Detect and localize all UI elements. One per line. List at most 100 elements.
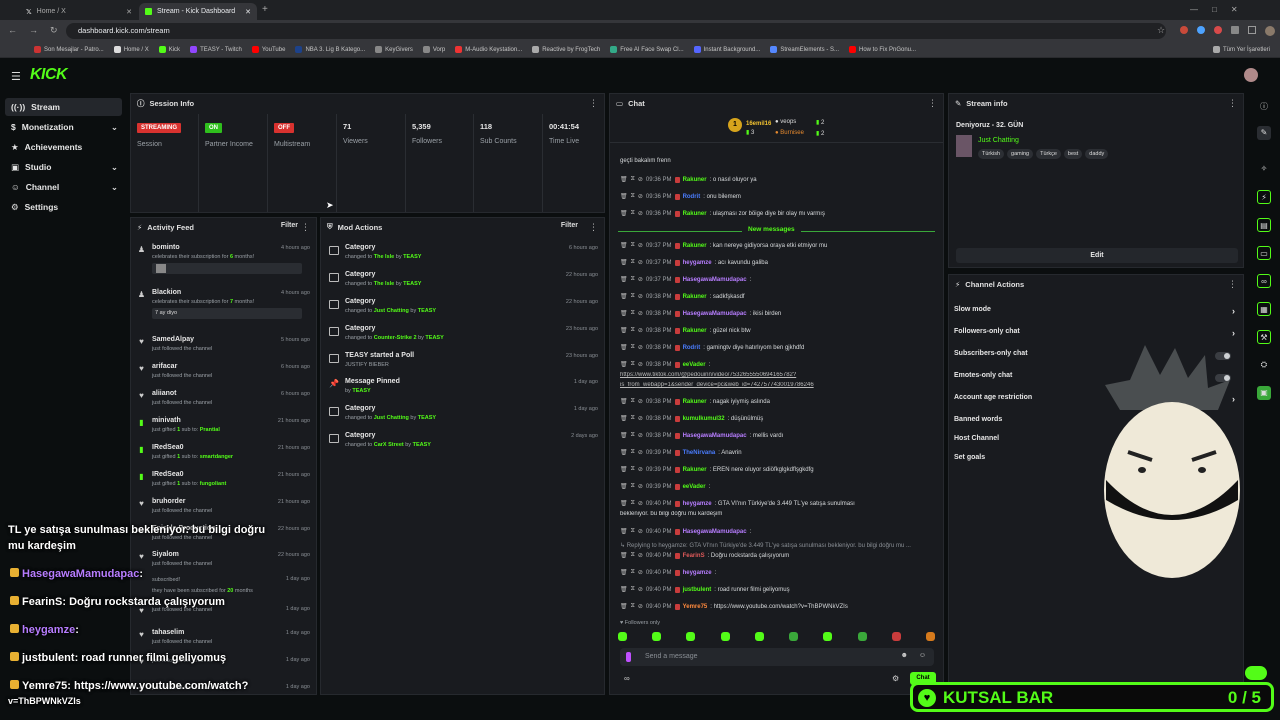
chat-username[interactable]: HasegawaMamudapac (683, 529, 747, 535)
ban-icon[interactable]: ⊘ (638, 483, 643, 490)
puzzle-icon[interactable] (1231, 26, 1239, 34)
edit-stream-info-button[interactable]: Edit (956, 248, 1238, 263)
sidebar-item-stream[interactable]: ((·)) Stream (5, 98, 122, 116)
ban-icon[interactable]: ⊘ (638, 552, 643, 559)
bookmark-item[interactable]: Free AI Face Swap Cl... (610, 46, 684, 53)
chat-icon[interactable]: ▭ (1257, 246, 1271, 260)
delete-icon[interactable]: 🗑 (620, 361, 628, 368)
chat-username[interactable]: Rakuner (683, 177, 707, 183)
more-options-icon[interactable]: ⋮ (589, 98, 598, 109)
emote-icon[interactable] (789, 632, 799, 641)
timeout-icon[interactable]: ⧖ (631, 327, 635, 334)
chat-username[interactable]: FearinS (683, 553, 705, 559)
mod-action-target[interactable]: The Isle (374, 254, 394, 260)
chat-username[interactable]: Rakuner (683, 243, 707, 249)
chat-username[interactable]: heygamze (683, 501, 712, 507)
timeout-icon[interactable]: ⧖ (631, 193, 635, 200)
browser-tab-home-x[interactable]: 𝕏 Home / X ✕ (20, 3, 138, 20)
tag[interactable]: Türkish (978, 149, 1005, 159)
delete-icon[interactable]: 🗑 (620, 176, 628, 183)
emote-icon[interactable] (857, 632, 867, 641)
mod-action-author[interactable]: TEASY (403, 254, 421, 260)
mod-action-author[interactable]: TEASY (413, 442, 431, 448)
sidebar-item-achievements[interactable]: ★ Achievements (5, 138, 122, 156)
category-name[interactable]: Just Chatting (978, 137, 1019, 144)
bookmark-item[interactable]: Home / X (113, 46, 149, 53)
tag[interactable]: daddy (1085, 149, 1109, 159)
activity-user-name[interactable]: bruhorder (152, 498, 185, 505)
bookmark-item[interactable]: Reactive by FrogTech (532, 46, 600, 53)
close-window-icon[interactable]: ✕ (1231, 5, 1238, 14)
mod-action-target[interactable]: CarX Street (374, 442, 404, 448)
table-icon[interactable]: ▦ (1257, 302, 1271, 316)
ban-icon[interactable]: ⊘ (638, 310, 643, 317)
app-icon[interactable]: ▣ (1257, 386, 1271, 400)
delete-icon[interactable]: 🗑 (620, 310, 628, 317)
emote-icon[interactable] (686, 632, 696, 641)
users-icon[interactable]: ⛭ (1257, 358, 1271, 372)
chat-username[interactable]: HasegawaMamudapac (683, 277, 747, 283)
emote-icon[interactable] (754, 632, 764, 641)
tag[interactable]: best (1063, 149, 1083, 159)
delete-icon[interactable]: 🗑 (620, 259, 628, 266)
delete-icon[interactable]: 🗑 (620, 210, 628, 217)
timeout-icon[interactable]: ⧖ (631, 603, 635, 610)
emote-icon[interactable] (652, 632, 662, 641)
more-options-icon[interactable]: ⋮ (1228, 279, 1237, 290)
lightning-icon[interactable]: ⚡ (1257, 190, 1271, 204)
chat-username[interactable]: Yemre75 (683, 604, 708, 610)
slow-mode-option[interactable]: Slow mode › (954, 306, 1235, 320)
timeout-icon[interactable]: ⧖ (631, 242, 635, 249)
ban-icon[interactable]: ⊘ (638, 466, 643, 473)
emote-icon[interactable] (720, 632, 730, 641)
info-icon[interactable]: ⓘ (1257, 100, 1271, 114)
activity-target[interactable]: smartdanger (200, 454, 233, 460)
mod-action-author[interactable]: TEASY (403, 281, 421, 287)
delete-icon[interactable]: 🗑 (620, 466, 628, 473)
mod-action-target[interactable]: The Isle (374, 281, 394, 287)
chat-username[interactable]: TheNirvana (683, 450, 716, 456)
mod-action-target[interactable]: Just Chatting (374, 308, 409, 314)
delete-icon[interactable]: 🗑 (620, 432, 628, 439)
delete-icon[interactable]: 🗑 (620, 344, 628, 351)
timeout-icon[interactable]: ⧖ (631, 259, 635, 266)
ban-icon[interactable]: ⊘ (638, 193, 643, 200)
bookmark-item[interactable]: Vorp (422, 46, 445, 53)
timeout-icon[interactable]: ⧖ (631, 500, 635, 507)
ban-icon[interactable]: ⊘ (638, 176, 643, 183)
activity-user-name[interactable]: arifacar (152, 363, 177, 370)
timeout-icon[interactable]: ⧖ (631, 176, 635, 183)
extension-icon[interactable] (1197, 26, 1205, 34)
activity-target[interactable]: fungoliant (200, 481, 227, 487)
delete-icon[interactable]: 🗑 (620, 449, 628, 456)
delete-icon[interactable]: 🗑 (620, 398, 628, 405)
chat-settings-icon[interactable]: ⚙ (892, 674, 899, 683)
bookmark-item[interactable]: StreamElements - S... (770, 46, 839, 53)
share-icon[interactable]: ✧ (1257, 162, 1271, 176)
timeout-icon[interactable]: ⧖ (631, 398, 635, 405)
ban-icon[interactable]: ⊘ (638, 327, 643, 334)
delete-icon[interactable]: 🗑 (620, 586, 628, 593)
delete-icon[interactable]: 🗑 (620, 293, 628, 300)
pencil-icon[interactable]: ✎ (1257, 126, 1271, 140)
timeout-icon[interactable]: ⧖ (631, 552, 635, 559)
bookmark-item[interactable]: KeyGivers (375, 46, 413, 53)
delete-icon[interactable]: 🗑 (620, 327, 628, 334)
new-tab-icon[interactable]: + (262, 4, 268, 15)
forward-icon[interactable]: → (29, 25, 38, 36)
user-avatar[interactable] (1244, 68, 1258, 82)
ban-icon[interactable]: ⊘ (638, 586, 643, 593)
bookmark-item[interactable]: M-Audio Keystation... (455, 46, 522, 53)
sidebar-item-channel[interactable]: ☺ Channel ⌄ (5, 178, 122, 196)
extension-icon[interactable] (1214, 26, 1222, 34)
kick-logo[interactable]: KICK (30, 66, 68, 84)
ban-icon[interactable]: ⊘ (638, 569, 643, 576)
delete-icon[interactable]: 🗑 (620, 276, 628, 283)
emote-icon[interactable] (891, 632, 901, 641)
chat-username[interactable]: heygamze (683, 570, 712, 576)
delete-icon[interactable]: 🗑 (620, 552, 628, 559)
chat-username[interactable]: Rakuner (683, 294, 707, 300)
delete-icon[interactable]: 🗑 (620, 415, 628, 422)
timeout-icon[interactable]: ⧖ (631, 586, 635, 593)
mod-action-target[interactable]: Counter-Strike 2 (374, 335, 417, 341)
